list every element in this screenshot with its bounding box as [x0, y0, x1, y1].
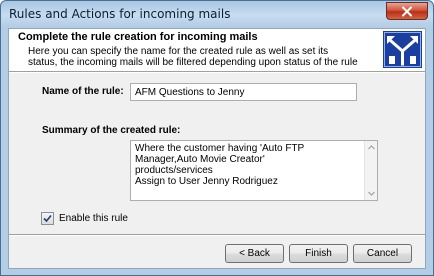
summary-text: Where the customer having 'Auto FTP Mana… — [135, 143, 357, 187]
enable-rule-row[interactable]: Enable this rule — [41, 211, 128, 225]
scroll-up-icon[interactable] — [367, 143, 376, 152]
footer-divider — [9, 234, 425, 236]
enable-rule-checkbox[interactable] — [41, 211, 54, 225]
branch-arrows-icon — [383, 31, 422, 68]
window-title: Rules and Actions for incoming mails — [9, 7, 231, 21]
rule-name-input[interactable] — [130, 83, 357, 101]
title-bar[interactable]: Rules and Actions for incoming mails — [1, 1, 433, 28]
scroll-down-icon[interactable] — [367, 189, 376, 198]
wizard-header: Complete the rule creation for incoming … — [9, 29, 425, 71]
header-divider — [9, 71, 425, 73]
close-button[interactable] — [386, 2, 428, 20]
rule-name-label: Name of the rule: — [42, 86, 124, 97]
dialog-window: Rules and Actions for incoming mails Com… — [0, 0, 434, 276]
back-button[interactable]: < Back — [225, 244, 284, 263]
summary-scrollbar[interactable] — [364, 141, 377, 200]
close-icon — [402, 6, 412, 16]
header-description: Here you can specify the name for the cr… — [28, 46, 358, 68]
checkmark-icon — [43, 214, 52, 222]
summary-textarea[interactable]: Where the customer having 'Auto FTP Mana… — [130, 140, 378, 201]
cancel-button[interactable]: Cancel — [353, 244, 412, 263]
header-title: Complete the rule creation for incoming … — [18, 31, 258, 43]
summary-label: Summary of the created rule: — [42, 125, 181, 136]
summary-line: products/services — [135, 165, 213, 176]
summary-line: Assign to User Jenny Rodriguez — [135, 176, 278, 187]
dialog-body: Complete the rule creation for incoming … — [8, 28, 426, 269]
finish-button[interactable]: Finish — [289, 244, 348, 263]
enable-rule-label: Enable this rule — [59, 212, 128, 224]
summary-line: Where the customer having 'Auto FTP Mana… — [135, 143, 305, 165]
